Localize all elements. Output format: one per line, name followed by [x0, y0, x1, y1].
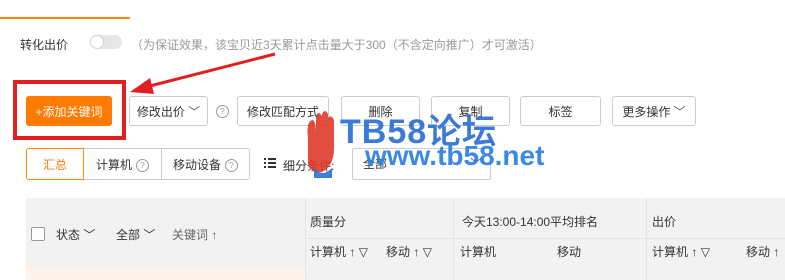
table-row: [26, 266, 305, 280]
column-divider: [646, 198, 647, 280]
help-icon[interactable]: ?: [225, 159, 238, 173]
watermark-url: www.tb58.net: [365, 140, 545, 171]
rank-header: 今天13:00-14:00平均排名: [462, 215, 599, 229]
all-filter[interactable]: 全部 ﹀: [116, 226, 155, 243]
tag-button[interactable]: 标签: [520, 96, 601, 126]
conversion-bid-label: 转化出价: [20, 38, 69, 52]
sort-arrow-icon: ↑: [349, 245, 356, 259]
bid-mobile-header[interactable]: 移动 ↑: [746, 243, 779, 260]
segment-summary[interactable]: 汇总: [26, 148, 84, 180]
segment-mobile[interactable]: 移动设备?: [161, 148, 250, 180]
sort-arrow-icon: ↑: [773, 245, 780, 259]
toggle-knob: [91, 36, 103, 48]
bid-header: 出价: [652, 215, 677, 229]
hand-logo-icon: [307, 111, 334, 178]
status-label: 状态: [56, 228, 81, 242]
quality-mobile-label: 移动: [386, 245, 411, 259]
active-tab-underline: [0, 17, 130, 19]
quality-mobile-header[interactable]: 移动 ↑ ▽: [386, 243, 432, 260]
column-divider: [305, 198, 306, 280]
rank-computer-header: 计算机: [460, 245, 497, 259]
bid-computer-label: 计算机: [652, 245, 689, 259]
quality-score-header: 质量分: [310, 215, 347, 229]
segment-computer-label: 计算机: [95, 158, 132, 172]
rank-mobile-header: 移动: [557, 245, 582, 259]
list-icon: [264, 158, 276, 168]
filter-funnel-icon[interactable]: ▽: [701, 245, 710, 259]
column-divider: [453, 198, 454, 280]
conversion-bid-toggle[interactable]: [90, 35, 122, 49]
sort-arrow-icon: ↑: [211, 228, 218, 242]
select-all-checkbox[interactable]: [31, 227, 45, 241]
modify-bid-label: 修改出价: [136, 105, 185, 119]
chevron-down-icon: ﹀: [188, 105, 201, 119]
quality-computer-label: 计算机: [310, 245, 347, 259]
chevron-down-icon: ﹀: [673, 105, 686, 119]
segment-computer[interactable]: 计算机?: [83, 148, 162, 180]
chevron-down-icon: ﹀: [83, 228, 96, 242]
sort-arrow-icon: ↑: [413, 245, 420, 259]
more-actions-label: 更多操作: [622, 105, 671, 119]
bid-computer-header[interactable]: 计算机 ↑ ▽: [652, 243, 710, 260]
more-actions-button[interactable]: 更多操作 ﹀: [612, 96, 696, 126]
segment-mobile-label: 移动设备: [172, 158, 221, 172]
bid-mobile-label: 移动: [746, 245, 771, 259]
all-label: 全部: [116, 228, 141, 242]
keyword-column-header[interactable]: 关键词 ↑: [172, 226, 217, 243]
status-filter[interactable]: 状态 ﹀: [56, 226, 95, 243]
help-icon[interactable]: ?: [136, 159, 149, 173]
annotation-arrow: [130, 52, 276, 94]
chevron-down-icon: ﹀: [143, 228, 156, 242]
annotation-highlight-box: [13, 80, 126, 140]
header-divider: [305, 238, 785, 239]
filter-funnel-icon[interactable]: ▽: [423, 245, 432, 259]
help-icon[interactable]: ?: [216, 105, 229, 118]
filter-funnel-icon[interactable]: ▽: [359, 245, 368, 259]
modify-bid-button[interactable]: 修改出价 ﹀: [129, 96, 208, 126]
quality-computer-header[interactable]: 计算机 ↑ ▽: [310, 243, 368, 260]
sort-arrow-icon: ↑: [691, 245, 698, 259]
keyword-label: 关键词: [172, 228, 209, 242]
